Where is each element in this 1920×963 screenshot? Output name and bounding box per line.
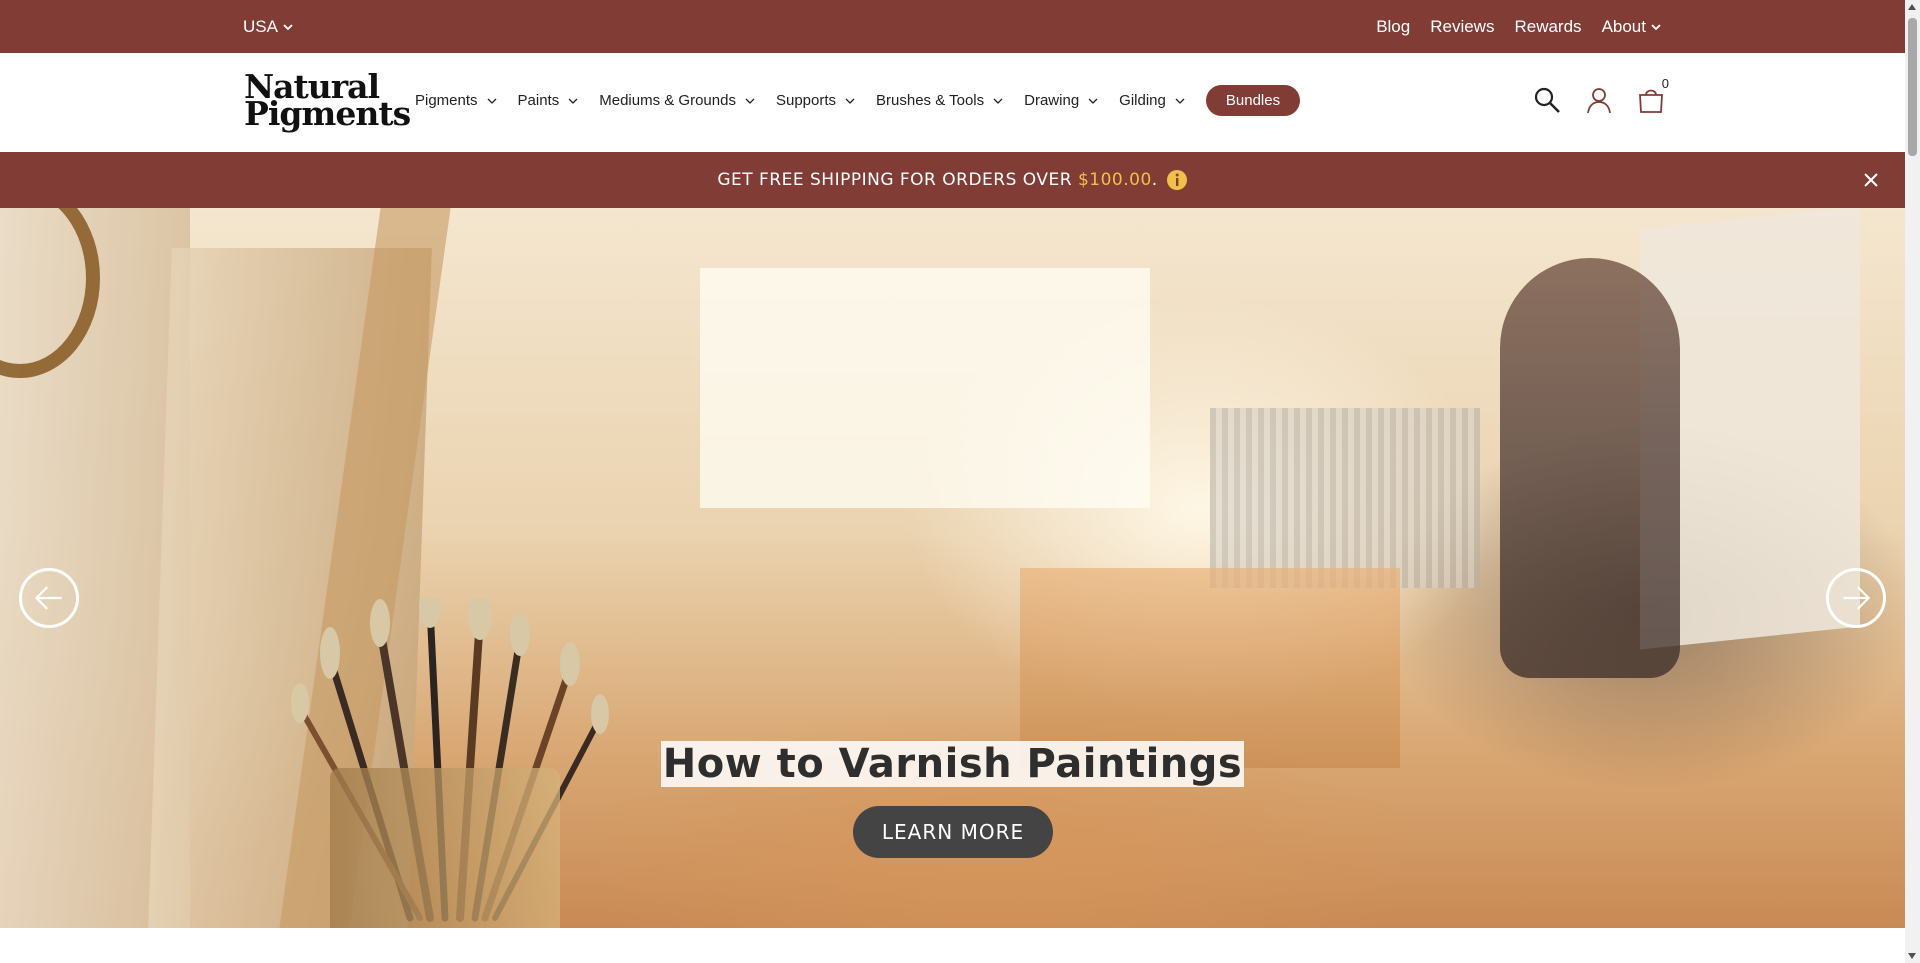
shipping-text: GET FREE SHIPPING FOR ORDERS OVER $100.0… (717, 170, 1157, 190)
main-nav: Pigments Paints Mediums & Grounds Suppor… (415, 85, 1301, 116)
bundles-button[interactable]: Bundles (1205, 85, 1301, 116)
chevron-down-icon (1088, 98, 1098, 104)
header-icons: 0 (1533, 76, 1669, 114)
nav-item-gilding[interactable]: Gilding (1119, 92, 1186, 109)
chevron-down-icon (993, 98, 1003, 104)
utility-bar: USA Blog Reviews Rewards About (0, 0, 1905, 53)
shipping-suffix: . (1151, 170, 1158, 190)
scroll-up-icon[interactable] (1908, 4, 1916, 10)
hero-image-table (1020, 568, 1400, 768)
nav-item-drawing[interactable]: Drawing (1024, 92, 1099, 109)
nav-item-paints[interactable]: Paints (518, 92, 580, 109)
chevron-down-icon (745, 98, 755, 104)
utility-links: Blog Reviews Rewards About (1376, 17, 1662, 37)
nav-item-supports[interactable]: Supports (776, 92, 856, 109)
chevron-down-icon (487, 98, 496, 104)
chevron-down-icon (568, 98, 578, 104)
arrow-left-icon[interactable] (19, 568, 79, 628)
rewards-link[interactable]: Rewards (1514, 17, 1581, 37)
about-link[interactable]: About (1602, 17, 1662, 37)
hero-title-wrap: How to Varnish Paintings (0, 741, 1905, 787)
hero-image-jar (330, 768, 560, 928)
chevron-down-icon (1175, 98, 1185, 104)
chevron-down-icon (283, 23, 293, 30)
search-icon[interactable] (1533, 86, 1561, 114)
arrow-right-icon[interactable] (1826, 568, 1886, 628)
shipping-amount: $100.00 (1077, 170, 1152, 190)
main-header: Natural Pigments Pigments Paints Mediums… (0, 53, 1905, 152)
scrollbar-thumb[interactable] (1908, 18, 1917, 156)
nav-label: Paints (517, 92, 560, 109)
nav-item-brushes-tools[interactable]: Brushes & Tools (876, 92, 1004, 109)
logo-line2: Pigments (244, 94, 411, 133)
rewards-link-label: Rewards (1514, 16, 1582, 36)
hero-image-painter (1500, 258, 1680, 678)
blog-link[interactable]: Blog (1376, 17, 1410, 37)
shipping-text-main: GET FREE SHIPPING FOR ORDERS OVER (717, 170, 1078, 190)
chevron-down-icon (1651, 23, 1661, 30)
country-selector[interactable]: USA (243, 17, 294, 37)
info-icon[interactable] (1166, 169, 1188, 191)
nav-item-pigments[interactable]: Pigments (415, 92, 498, 109)
cart-count: 0 (1661, 76, 1669, 91)
blog-link-label: Blog (1376, 16, 1411, 36)
hero-image-window (700, 268, 1150, 508)
hero-image-bookshelf (1210, 408, 1480, 588)
cart-button[interactable]: 0 (1637, 76, 1669, 114)
nav-item-mediums-grounds[interactable]: Mediums & Grounds (599, 92, 756, 109)
country-label: USA (243, 16, 278, 36)
nav-label: Brushes & Tools (876, 92, 985, 109)
reviews-link-label: Reviews (1430, 16, 1495, 36)
shipping-banner: GET FREE SHIPPING FOR ORDERS OVER $100.0… (0, 152, 1905, 208)
learn-more-button[interactable]: LEARN MORE (853, 806, 1053, 858)
nav-label: Supports (775, 92, 837, 109)
hero-slider: How to Varnish Paintings LEARN MORE (0, 208, 1905, 928)
reviews-link[interactable]: Reviews (1430, 17, 1494, 37)
nav-label: Drawing (1024, 92, 1080, 109)
nav-label: Pigments (415, 92, 478, 109)
hero-title: How to Varnish Paintings (660, 741, 1245, 787)
account-icon[interactable] (1585, 86, 1613, 114)
scroll-down-icon[interactable] (1908, 953, 1916, 959)
site-logo[interactable]: Natural Pigments (244, 70, 411, 133)
chevron-down-icon (845, 98, 855, 104)
nav-label: Gilding (1119, 92, 1166, 109)
nav-label: Mediums & Grounds (599, 92, 736, 109)
about-link-label: About (1601, 16, 1646, 36)
page-scrollbar[interactable] (1905, 0, 1920, 963)
close-icon[interactable] (1861, 170, 1881, 190)
